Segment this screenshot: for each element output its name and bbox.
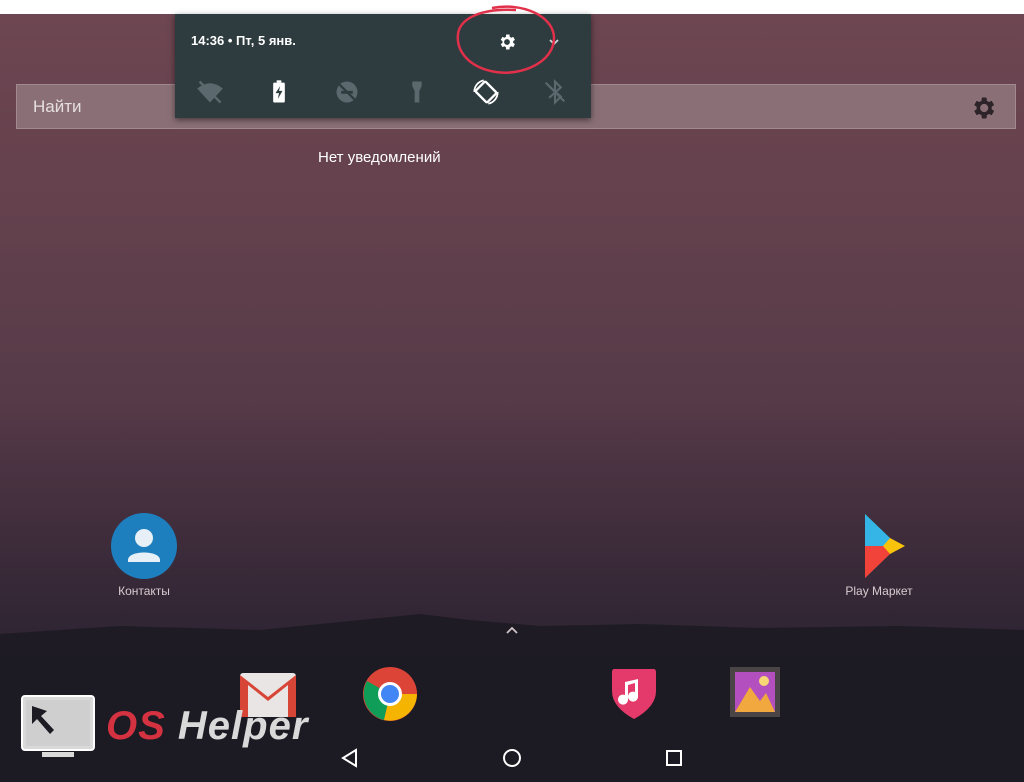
app-contacts[interactable]: Контакты [94, 512, 194, 598]
play-store-label: Play Маркет [845, 584, 913, 598]
watermark-text: OS Helper [106, 704, 308, 749]
app-play-store[interactable]: Play Маркет [829, 512, 929, 598]
home-icon[interactable] [494, 740, 530, 776]
chrome-icon[interactable] [362, 666, 418, 722]
play-store-icon [865, 514, 905, 578]
flashlight-icon[interactable] [403, 78, 431, 106]
annotation-circle [456, 5, 556, 74]
search-placeholder: Найти [33, 97, 82, 116]
watermark-logo: OS Helper [20, 694, 340, 764]
no-notifications-text: Нет уведомлений [318, 149, 441, 166]
recents-icon[interactable] [656, 740, 692, 776]
battery-saver-icon[interactable] [265, 78, 293, 106]
status-datetime: 14:36 • Пт, 5 янв. [191, 33, 296, 48]
status-date: Пт, 5 янв. [236, 33, 296, 48]
watermark-helper: Helper [177, 704, 309, 748]
contacts-icon [111, 513, 177, 579]
app-drawer-arrow-icon[interactable] [504, 624, 520, 636]
gallery-icon[interactable] [730, 667, 780, 717]
music-icon[interactable] [610, 667, 658, 721]
watermark-os: OS [106, 704, 166, 748]
do-not-disturb-icon[interactable] [333, 78, 361, 106]
status-time: 14:36 [191, 33, 225, 48]
contacts-label: Контакты [118, 584, 170, 598]
auto-rotate-icon[interactable] [472, 78, 500, 106]
monitor-cursor-icon [21, 695, 95, 757]
gear-icon[interactable] [969, 94, 997, 122]
wifi-off-icon[interactable] [196, 78, 224, 106]
status-separator: • [227, 33, 237, 48]
bluetooth-off-icon[interactable] [541, 78, 569, 106]
